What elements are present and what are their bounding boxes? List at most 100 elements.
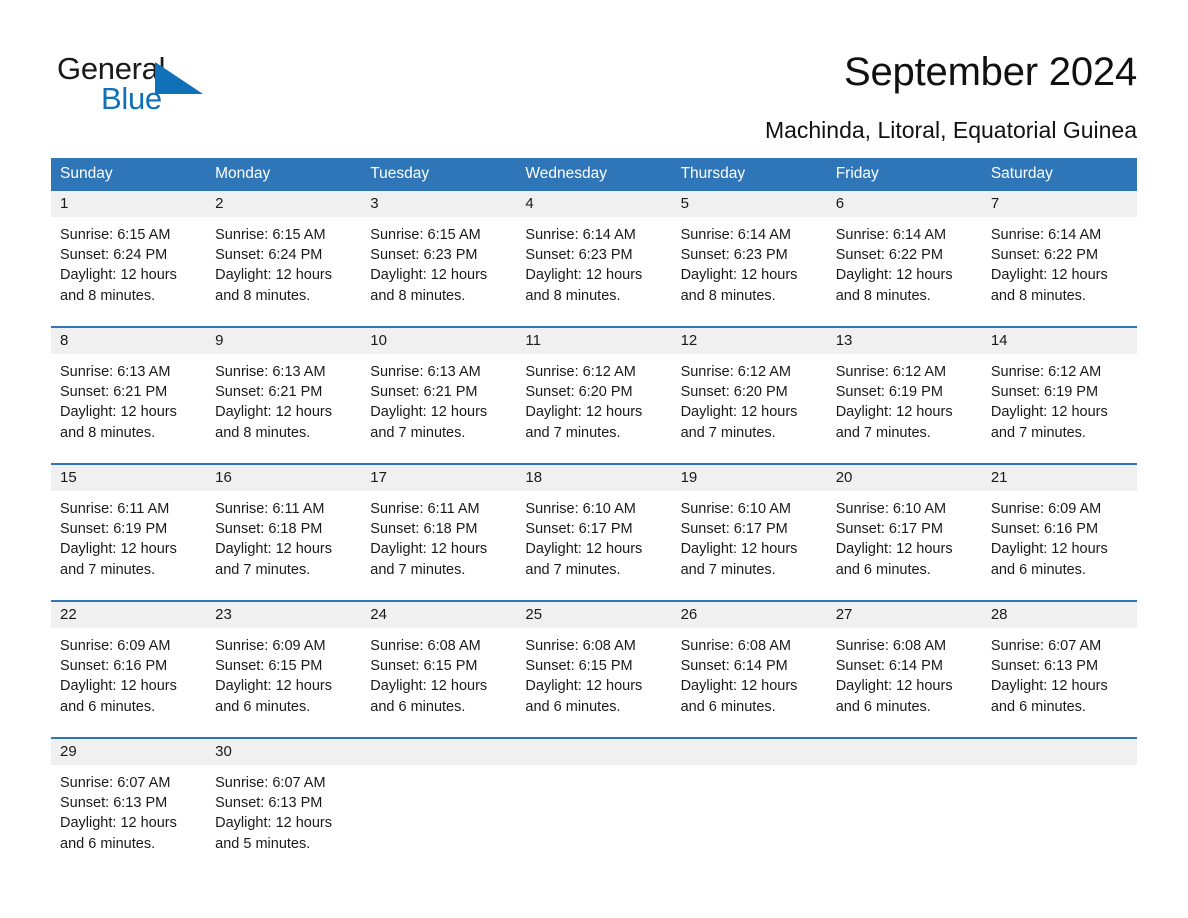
day-cell[interactable]: Sunrise: 6:08 AM Sunset: 6:14 PM Dayligh… [827,628,982,737]
day-sun-info: Sunrise: 6:14 AM Sunset: 6:23 PM Dayligh… [680,227,798,304]
day-cell[interactable]: Sunrise: 6:12 AM Sunset: 6:19 PM Dayligh… [827,354,982,463]
day-cell[interactable]: Sunrise: 6:08 AM Sunset: 6:14 PM Dayligh… [672,628,827,737]
day-cell[interactable]: Sunrise: 6:08 AM Sunset: 6:15 PM Dayligh… [361,628,516,737]
day-number[interactable]: 8 [51,328,206,354]
day-cell[interactable]: Sunrise: 6:12 AM Sunset: 6:20 PM Dayligh… [672,354,827,463]
day-number[interactable]: 6 [827,191,982,217]
week-detail-band: Sunrise: 6:13 AM Sunset: 6:21 PM Dayligh… [51,354,1137,463]
day-sun-info: Sunrise: 6:09 AM Sunset: 6:15 PM Dayligh… [215,638,333,715]
day-cell[interactable]: Sunrise: 6:11 AM Sunset: 6:19 PM Dayligh… [51,491,206,600]
day-sun-info: Sunrise: 6:14 AM Sunset: 6:22 PM Dayligh… [990,227,1108,304]
weekday-header-thursday: Thursday [680,165,746,182]
day-cell[interactable]: Sunrise: 6:08 AM Sunset: 6:15 PM Dayligh… [516,628,671,737]
day-cell-empty [516,765,671,877]
day-cell[interactable]: Sunrise: 6:11 AM Sunset: 6:18 PM Dayligh… [361,491,516,600]
day-cell[interactable]: Sunrise: 6:13 AM Sunset: 6:21 PM Dayligh… [51,354,206,463]
day-cell[interactable]: Sunrise: 6:14 AM Sunset: 6:23 PM Dayligh… [516,217,671,326]
day-sun-info: Sunrise: 6:10 AM Sunset: 6:17 PM Dayligh… [835,501,953,578]
day-cell[interactable]: Sunrise: 6:10 AM Sunset: 6:17 PM Dayligh… [672,491,827,600]
day-number[interactable]: 22 [51,602,206,628]
day-number[interactable]: 19 [672,465,827,491]
day-number[interactable]: 30 [206,739,361,765]
day-cell-empty [361,765,516,877]
day-cell[interactable]: Sunrise: 6:12 AM Sunset: 6:19 PM Dayligh… [982,354,1137,463]
day-number[interactable]: 12 [672,328,827,354]
day-number[interactable]: 9 [206,328,361,354]
day-sun-info: Sunrise: 6:07 AM Sunset: 6:13 PM Dayligh… [215,775,333,852]
day-cell[interactable]: Sunrise: 6:12 AM Sunset: 6:20 PM Dayligh… [516,354,671,463]
day-sun-info: Sunrise: 6:12 AM Sunset: 6:19 PM Dayligh… [990,364,1108,441]
day-number[interactable]: 25 [516,602,671,628]
day-number[interactable]: 27 [827,602,982,628]
day-cell[interactable]: Sunrise: 6:13 AM Sunset: 6:21 PM Dayligh… [206,354,361,463]
day-cell[interactable]: Sunrise: 6:07 AM Sunset: 6:13 PM Dayligh… [51,765,206,877]
calendar-grid: Sunday Monday Tuesday Wednesday Thursday… [51,158,1137,877]
day-sun-info: Sunrise: 6:11 AM Sunset: 6:19 PM Dayligh… [60,501,177,578]
day-cell-empty [982,765,1137,877]
day-number-empty [672,739,827,765]
week-daynumber-band: 1 2 3 4 5 6 7 [51,191,1137,217]
day-number[interactable]: 3 [361,191,516,217]
week-daynumber-band: 29 30 [51,739,1137,765]
day-number[interactable]: 2 [206,191,361,217]
day-number[interactable]: 20 [827,465,982,491]
day-number[interactable]: 13 [827,328,982,354]
day-number[interactable]: 21 [982,465,1137,491]
day-cell[interactable]: Sunrise: 6:09 AM Sunset: 6:16 PM Dayligh… [51,628,206,737]
day-number-empty [516,739,671,765]
day-number[interactable]: 14 [982,328,1137,354]
day-number[interactable]: 26 [672,602,827,628]
day-number[interactable]: 23 [206,602,361,628]
logo-text-blue: Blue [101,81,162,116]
day-cell[interactable]: Sunrise: 6:07 AM Sunset: 6:13 PM Dayligh… [206,765,361,877]
day-number[interactable]: 29 [51,739,206,765]
day-number[interactable]: 1 [51,191,206,217]
day-sun-info: Sunrise: 6:11 AM Sunset: 6:18 PM Dayligh… [215,501,333,578]
day-number-empty [827,739,982,765]
week-daynumber-band: 15 16 17 18 19 20 21 [51,465,1137,491]
day-number[interactable]: 4 [516,191,671,217]
day-sun-info: Sunrise: 6:14 AM Sunset: 6:23 PM Dayligh… [525,227,643,304]
day-sun-info: Sunrise: 6:12 AM Sunset: 6:19 PM Dayligh… [835,364,953,441]
day-sun-info: Sunrise: 6:13 AM Sunset: 6:21 PM Dayligh… [60,364,177,441]
day-number[interactable]: 17 [361,465,516,491]
weekday-header-tuesday: Tuesday [370,165,430,182]
week-detail-band: Sunrise: 6:11 AM Sunset: 6:19 PM Dayligh… [51,491,1137,600]
day-number[interactable]: 7 [982,191,1137,217]
day-cell[interactable]: Sunrise: 6:15 AM Sunset: 6:24 PM Dayligh… [51,217,206,326]
page-subtitle: Machinda, Litoral, Equatorial Guinea [764,117,1137,143]
day-sun-info: Sunrise: 6:11 AM Sunset: 6:18 PM Dayligh… [370,501,488,578]
day-sun-info: Sunrise: 6:08 AM Sunset: 6:15 PM Dayligh… [370,638,488,715]
day-cell[interactable]: Sunrise: 6:07 AM Sunset: 6:13 PM Dayligh… [982,628,1137,737]
day-cell[interactable]: Sunrise: 6:10 AM Sunset: 6:17 PM Dayligh… [827,491,982,600]
day-sun-info: Sunrise: 6:09 AM Sunset: 6:16 PM Dayligh… [990,501,1108,578]
day-number[interactable]: 11 [516,328,671,354]
calendar-week-row: 29 30 Sunrise: 6:07 AM Sunset: 6:13 PM D… [51,737,1137,877]
day-number[interactable]: 18 [516,465,671,491]
day-number[interactable]: 24 [361,602,516,628]
day-number[interactable]: 5 [672,191,827,217]
day-cell[interactable]: Sunrise: 6:15 AM Sunset: 6:24 PM Dayligh… [206,217,361,326]
day-cell[interactable]: Sunrise: 6:11 AM Sunset: 6:18 PM Dayligh… [206,491,361,600]
week-detail-band: Sunrise: 6:15 AM Sunset: 6:24 PM Dayligh… [51,217,1137,326]
weekday-header-friday: Friday [835,165,879,182]
day-sun-info: Sunrise: 6:09 AM Sunset: 6:16 PM Dayligh… [60,638,177,715]
day-cell[interactable]: Sunrise: 6:09 AM Sunset: 6:15 PM Dayligh… [206,628,361,737]
day-number[interactable]: 28 [982,602,1137,628]
day-number[interactable]: 15 [51,465,206,491]
day-number[interactable]: 16 [206,465,361,491]
day-sun-info: Sunrise: 6:13 AM Sunset: 6:21 PM Dayligh… [370,364,488,441]
weekday-header-wednesday: Wednesday [525,165,607,182]
day-cell[interactable]: Sunrise: 6:14 AM Sunset: 6:23 PM Dayligh… [672,217,827,326]
weekday-header-monday: Monday [215,165,271,182]
day-cell[interactable]: Sunrise: 6:10 AM Sunset: 6:17 PM Dayligh… [516,491,671,600]
day-cell[interactable]: Sunrise: 6:13 AM Sunset: 6:21 PM Dayligh… [361,354,516,463]
day-cell[interactable]: Sunrise: 6:15 AM Sunset: 6:23 PM Dayligh… [361,217,516,326]
day-cell[interactable]: Sunrise: 6:14 AM Sunset: 6:22 PM Dayligh… [982,217,1137,326]
week-daynumber-band: 22 23 24 25 26 27 28 [51,602,1137,628]
day-sun-info: Sunrise: 6:08 AM Sunset: 6:14 PM Dayligh… [680,638,798,715]
weekday-header-sunday: Sunday [60,165,113,182]
day-cell[interactable]: Sunrise: 6:09 AM Sunset: 6:16 PM Dayligh… [982,491,1137,600]
day-number[interactable]: 10 [361,328,516,354]
day-cell[interactable]: Sunrise: 6:14 AM Sunset: 6:22 PM Dayligh… [827,217,982,326]
